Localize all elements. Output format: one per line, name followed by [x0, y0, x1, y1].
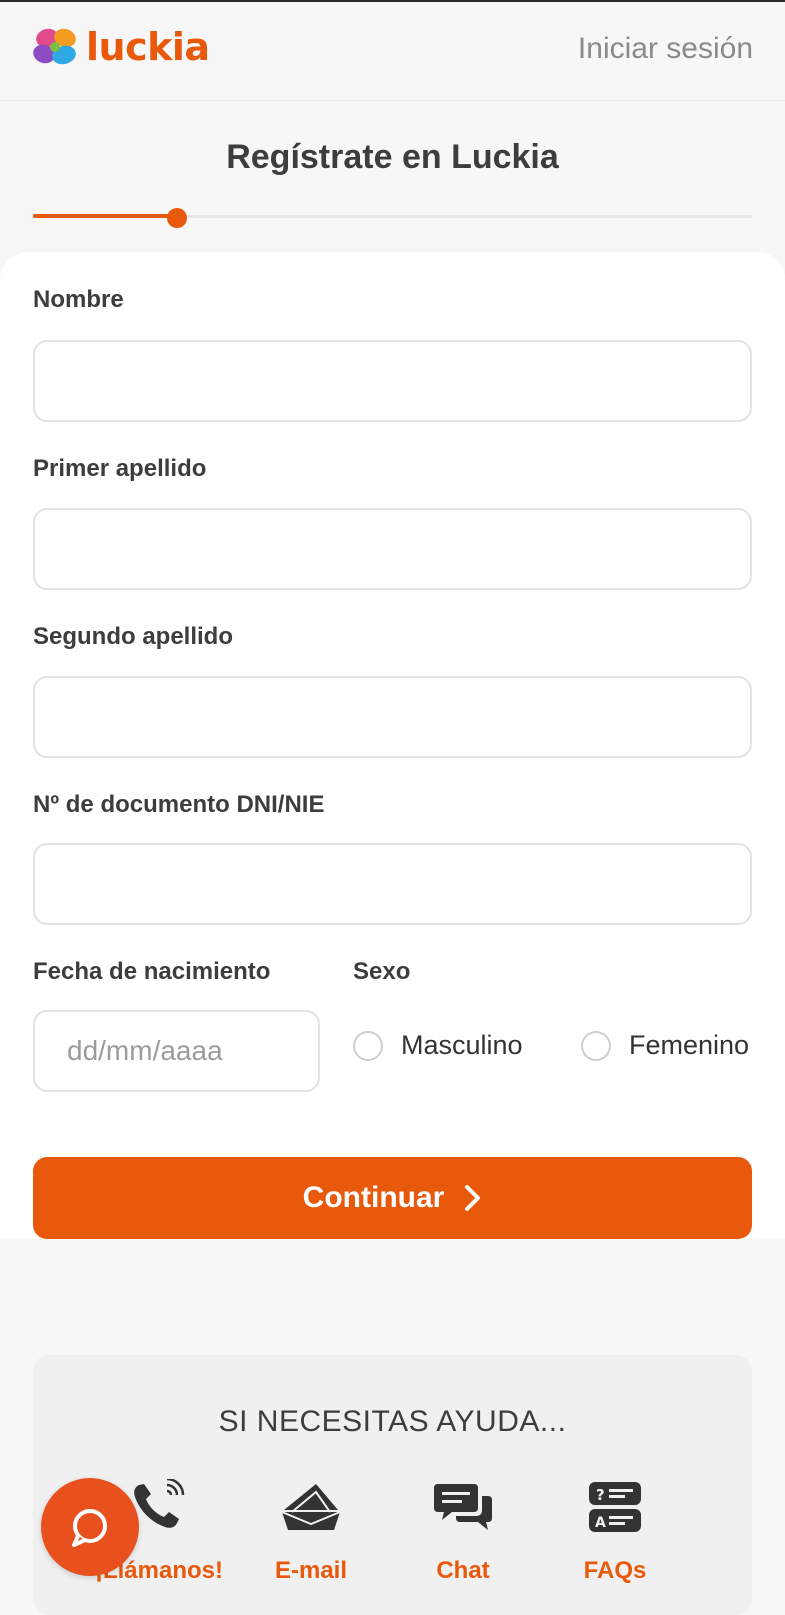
fecha-nacimiento-input[interactable]: [33, 1010, 320, 1092]
help-email-label: E-mail: [274, 1557, 348, 1584]
luckia-logo[interactable]: luckia: [32, 26, 210, 68]
help-email[interactable]: E-mail: [241, 1477, 381, 1585]
svg-text:?: ?: [596, 1486, 605, 1504]
chevron-right-icon: [465, 1185, 481, 1211]
login-link[interactable]: Iniciar sesión: [578, 32, 753, 66]
faq-icon: ? A: [587, 1477, 643, 1537]
nombre-input[interactable]: [33, 340, 752, 422]
help-chat-label: Chat: [436, 1557, 490, 1584]
fecha-nacimiento-label: Fecha de nacimiento: [33, 958, 271, 985]
registration-progress-bar: [33, 208, 752, 228]
primer-apellido-label: Primer apellido: [33, 455, 207, 482]
sexo-label: Sexo: [353, 958, 411, 985]
help-faqs-label: FAQs: [583, 1557, 647, 1584]
segundo-apellido-label: Segundo apellido: [33, 623, 234, 650]
radio-femenino[interactable]: Femenino: [581, 1030, 749, 1061]
logo-text: luckia: [86, 25, 210, 69]
nombre-label: Nombre: [33, 286, 124, 313]
documento-input[interactable]: [33, 843, 752, 925]
help-section: SI NECESITAS AYUDA... ¡Llámanos! E-mail: [33, 1355, 752, 1615]
header: luckia Iniciar sesión: [0, 2, 785, 101]
radio-femenino-label: Femenino: [629, 1030, 750, 1060]
chat-bubble-icon: [72, 1509, 107, 1547]
primer-apellido-input[interactable]: [33, 508, 752, 590]
envelope-icon: [280, 1477, 342, 1537]
documento-label: Nº de documento DNI/NIE: [33, 791, 325, 818]
help-chat[interactable]: Chat: [393, 1477, 533, 1585]
clover-logo-icon: [33, 28, 76, 65]
continue-button[interactable]: Continuar: [33, 1157, 752, 1239]
chat-bubbles-icon: [434, 1477, 492, 1537]
page-title: Regístrate en Luckia: [226, 138, 559, 176]
segundo-apellido-input[interactable]: [33, 676, 752, 758]
progress-fill: [33, 214, 177, 218]
live-chat-button[interactable]: [41, 1478, 139, 1576]
radio-circle-icon[interactable]: [581, 1030, 611, 1061]
svg-text:A: A: [595, 1515, 606, 1531]
radio-masculino-label: Masculino: [401, 1030, 523, 1060]
radio-circle-icon[interactable]: [353, 1030, 383, 1061]
help-title: SI NECESITAS AYUDA...: [218, 1405, 567, 1438]
progress-marker: [166, 208, 187, 228]
help-faqs[interactable]: ? A FAQs: [545, 1477, 685, 1585]
radio-masculino[interactable]: Masculino: [353, 1030, 523, 1061]
continue-button-label: Continuar: [302, 1181, 445, 1214]
